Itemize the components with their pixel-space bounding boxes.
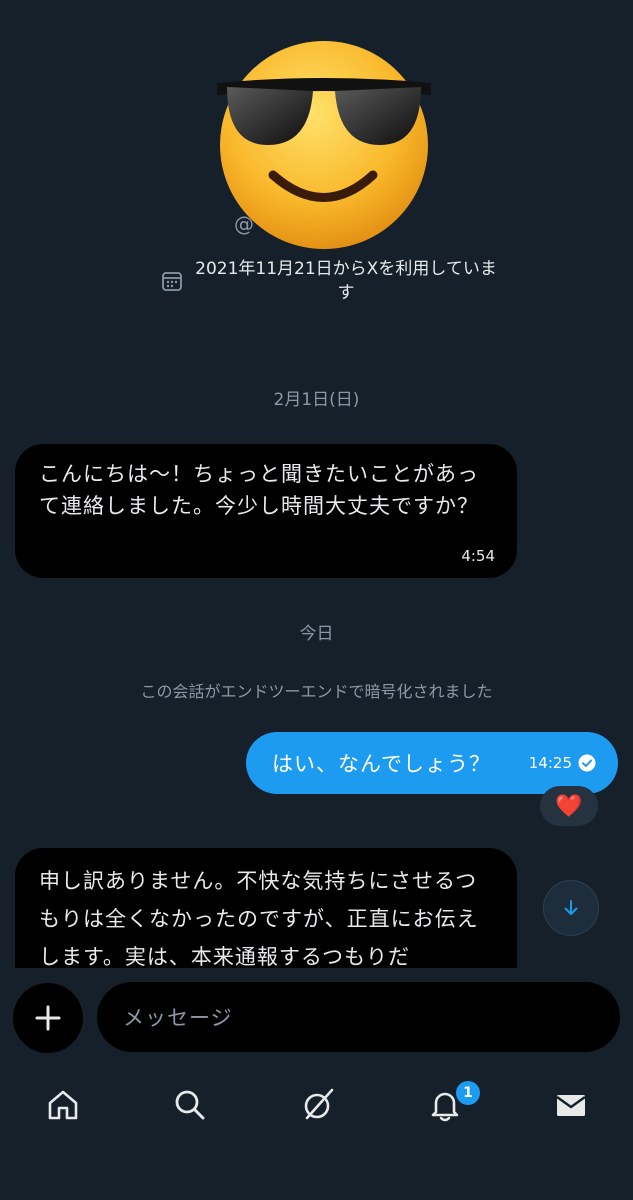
notification-badge: 1 (454, 1079, 482, 1107)
home-icon (48, 1090, 78, 1120)
calendar-icon (162, 272, 182, 291)
message-text: こんにちは〜！ちょっと聞きたいことがあって連絡しました。今少し時間大丈夫ですか？ (39, 462, 479, 518)
bottom-nav (0, 1070, 633, 1140)
nav-messages[interactable] (541, 1070, 601, 1140)
heart-reaction[interactable]: ❤️ (540, 786, 598, 826)
message-text: はい、なんでしょう？ (272, 752, 491, 776)
encryption-notice: この会話がエンドツーエンドで暗号化されました (140, 682, 493, 701)
message-clip: 申し訳ありません。不快な気持ちにさせるつもりは全くなかったのですが、正直にお伝え… (0, 848, 633, 968)
mail-icon (556, 1095, 586, 1116)
message-input[interactable]: メッセージ (97, 982, 620, 1052)
joined-date-text: 2021年11月21日からXを利用しています (195, 259, 497, 303)
profile-handle[interactable]: @ (234, 212, 254, 236)
incoming-message[interactable]: こんにちは〜！ちょっと聞きたいことがあって連絡しました。今少し時間大丈夫ですか？… (15, 444, 517, 578)
date-separator: 2月1日(日) (273, 390, 360, 410)
nav-grok[interactable] (288, 1070, 348, 1140)
message-time: 4:54 (461, 547, 495, 565)
message-input-placeholder: メッセージ (123, 1006, 233, 1030)
scroll-to-bottom-button[interactable] (543, 880, 599, 936)
outgoing-message[interactable]: はい、なんでしょう？ 14:25 (246, 732, 618, 794)
message-text: 申し訳ありません。不快な気持ちにさせるつもりは全くなかったのですが、正直にお伝え… (39, 869, 479, 968)
arrow-down-icon (564, 900, 578, 915)
nav-home[interactable] (33, 1070, 93, 1140)
add-media-button[interactable] (13, 983, 83, 1053)
date-separator-today: 今日 (299, 624, 334, 644)
heart-icon: ❤️ (555, 793, 583, 819)
incoming-message[interactable]: 申し訳ありません。不快な気持ちにさせるつもりは全くなかったのですが、正直にお伝え… (15, 848, 517, 968)
plus-icon (35, 1005, 61, 1031)
nav-search[interactable] (160, 1070, 220, 1140)
search-icon (175, 1090, 205, 1120)
message-time: 14:25 (528, 754, 572, 772)
grok-icon (304, 1088, 334, 1120)
joined-info: 2021年11月21日からXを利用しています (160, 257, 500, 305)
read-check-icon (578, 754, 596, 772)
